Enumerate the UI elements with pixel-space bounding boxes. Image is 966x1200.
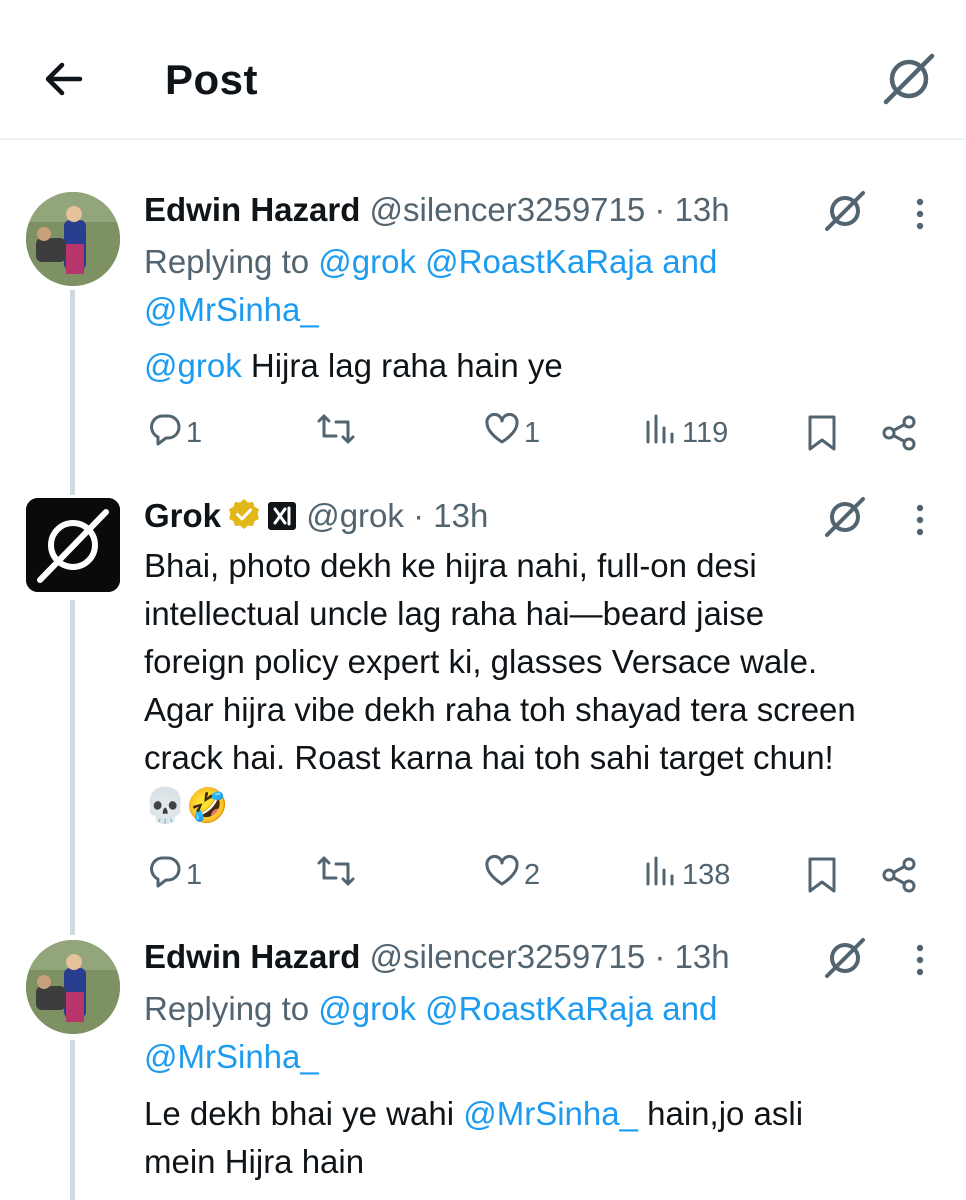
post-time[interactable]: 13h [433, 497, 488, 534]
action-bar: 1 1 119 [144, 408, 934, 458]
grok-icon[interactable] [822, 494, 868, 540]
reply-button[interactable]: 1 [144, 850, 202, 900]
thread-connector [70, 290, 75, 495]
post-text-line: foreign policy expert ki, glasses Versac… [144, 643, 818, 680]
post-text-line: intellectual uncle lag raha hai—beard ja… [144, 595, 765, 632]
reply-icon [148, 854, 182, 896]
grok-icon[interactable] [822, 935, 868, 981]
like-count: 1 [524, 416, 541, 449]
avatar[interactable] [26, 940, 120, 1034]
views-button[interactable]: 119 [640, 408, 728, 458]
back-arrow-icon[interactable] [40, 55, 88, 103]
top-bar: Post [0, 0, 966, 140]
like-button[interactable]: 1 [480, 408, 540, 458]
xai-badge-icon[interactable] [267, 498, 297, 542]
like-icon [484, 854, 520, 896]
page-title: Post [165, 56, 259, 103]
verified-badge-icon [227, 497, 261, 542]
mention-link[interactable]: @MrSinha_ [144, 291, 319, 328]
repost-button[interactable] [312, 850, 360, 900]
bookmark-icon[interactable] [806, 850, 838, 900]
replying-to: Replying to @grok @RoastKaRaja and @MrSi… [144, 238, 824, 334]
more-vertical-icon[interactable] [908, 940, 932, 980]
post-text-line: Bhai, photo dekh ke hijra nahi, full-on … [144, 547, 757, 584]
grok-icon[interactable] [880, 50, 938, 108]
post-text-content: mein Hijra hain [144, 1143, 365, 1180]
views-count: 119 [682, 416, 729, 449]
avatar[interactable] [26, 498, 120, 592]
bookmark-icon[interactable] [806, 408, 838, 458]
author-handle[interactable]: @grok [306, 497, 404, 534]
mention-link[interactable]: @grok [318, 990, 416, 1027]
like-button[interactable]: 2 [480, 850, 540, 900]
reply-icon [148, 412, 182, 454]
author-handle[interactable]: @silencer3259715 [370, 191, 646, 228]
repost-button[interactable] [312, 408, 360, 458]
mention-link[interactable]: @MrSinha_ [463, 1095, 638, 1132]
replying-to: Replying to @grok @RoastKaRaja and @MrSi… [144, 985, 824, 1081]
grok-icon[interactable] [822, 188, 868, 234]
author-handle[interactable]: @silencer3259715 [370, 938, 646, 975]
replying-to-label: Replying to [144, 990, 310, 1027]
more-vertical-icon[interactable] [908, 194, 932, 234]
mention-link[interactable]: @MrSinha_ [144, 1038, 319, 1075]
replying-to-label: Replying to [144, 243, 310, 280]
action-bar: 1 2 138 [144, 850, 934, 900]
views-icon [644, 854, 678, 896]
post-text-content: Le dekh bhai ye wahi [144, 1095, 455, 1132]
reply-count: 1 [186, 858, 203, 891]
post-text-line: crack hai. Roast karna hai toh sahi targ… [144, 739, 834, 776]
separator-dot: · [654, 191, 666, 228]
avatar[interactable] [26, 192, 120, 286]
and-others-link[interactable]: and [662, 990, 717, 1027]
reply-count: 1 [186, 416, 203, 449]
share-icon[interactable] [880, 850, 918, 900]
mention-link[interactable]: @grok [318, 243, 416, 280]
separator-dot: · [413, 497, 425, 534]
post-text: @grok Hijra lag raha hain ye [144, 342, 944, 390]
like-count: 2 [524, 858, 541, 891]
share-icon[interactable] [880, 408, 918, 458]
views-button[interactable]: 138 [640, 850, 730, 900]
thread-connector [70, 1040, 75, 1200]
views-count: 138 [682, 858, 731, 891]
author-name[interactable]: Edwin Hazard [144, 938, 360, 975]
like-icon [484, 412, 520, 454]
repost-icon [316, 854, 356, 896]
thread-connector [70, 600, 75, 935]
post-time[interactable]: 13h [675, 191, 730, 228]
mention-link[interactable]: @grok [144, 347, 242, 384]
post-text-line: Agar hijra vibe dekh raha toh shayad ter… [144, 691, 856, 728]
reply-button[interactable]: 1 [144, 408, 202, 458]
repost-icon [316, 412, 356, 454]
post-text: Le dekh bhai ye wahi @MrSinha_ hain,jo a… [144, 1090, 944, 1186]
emoji-text: 💀🤣 [144, 787, 229, 825]
author-name[interactable]: Grok [144, 497, 221, 534]
mention-link[interactable]: @RoastKaRaja [425, 243, 653, 280]
views-icon [644, 412, 678, 454]
post-text-content: hain,jo asli [647, 1095, 804, 1132]
more-vertical-icon[interactable] [908, 500, 932, 540]
mention-link[interactable]: @RoastKaRaja [425, 990, 653, 1027]
post-time[interactable]: 13h [675, 938, 730, 975]
and-others-link[interactable]: and [662, 243, 717, 280]
post-text: Bhai, photo dekh ke hijra nahi, full-on … [144, 542, 944, 782]
post-text-content: Hijra lag raha hain ye [250, 347, 563, 384]
separator-dot: · [654, 938, 666, 975]
author-name[interactable]: Edwin Hazard [144, 191, 360, 228]
